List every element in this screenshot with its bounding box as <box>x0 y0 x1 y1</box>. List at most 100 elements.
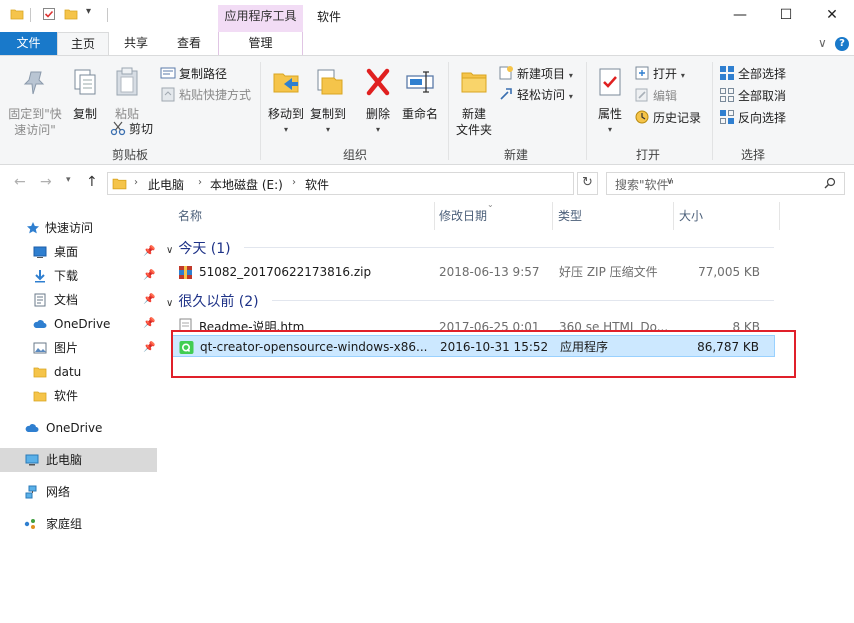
rename-button[interactable]: 重命名 <box>398 66 442 122</box>
tab-file[interactable]: 文件 <box>0 32 57 55</box>
pin-icon <box>23 71 45 95</box>
rename-icon <box>406 71 434 93</box>
edit-label: 编辑 <box>653 89 678 103</box>
quick-access-dropdown-icon[interactable]: ▾ <box>86 6 91 17</box>
copy-path-button[interactable]: 复制路径 <box>160 65 227 85</box>
delete-button[interactable]: 删除 ▾ <box>362 66 394 138</box>
forward-arrow-icon[interactable]: → <box>40 174 52 190</box>
folder-icon[interactable] <box>10 7 24 21</box>
new-item-icon <box>499 66 513 80</box>
paste-button[interactable]: 粘贴 <box>108 66 146 122</box>
search-input[interactable]: 搜索"软件" <box>606 172 845 195</box>
sort-descending-icon: ⌄ <box>487 200 494 209</box>
tab-view[interactable]: 查看 <box>165 32 213 55</box>
navigation-pane: 快速访问 桌面 📌 下载 📌 文档 📌 OneDrive 📌 图片 📌 datu… <box>0 200 160 623</box>
cut-button[interactable]: 剪切 <box>110 120 153 140</box>
ribbon: 固定到"快 速访问" 复制 粘贴 复制路径 粘贴快捷方式 剪切 剪贴板 移动到 … <box>0 55 854 165</box>
address-bar[interactable]: › 此电脑 › 本地磁盘 (E:) › 软件 ∨ <box>107 172 673 195</box>
breadcrumb-software[interactable]: 软件 <box>305 176 329 193</box>
group-header-long-ago[interactable]: ∨ 很久以前 (2) <box>166 291 259 311</box>
history-label: 历史记录 <box>653 111 702 125</box>
title-bar: ▾ 应用程序工具 软件 — ☐ ✕ <box>0 0 854 32</box>
tab-share[interactable]: 共享 <box>112 32 160 55</box>
easy-access-button[interactable]: 轻松访问 ▾ <box>498 86 573 106</box>
group-separator <box>448 62 449 160</box>
breadcrumb-arrow-icon[interactable]: › <box>134 177 138 188</box>
copy-to-button[interactable]: 复制到 ▾ <box>308 66 348 138</box>
column-separator[interactable] <box>673 202 674 230</box>
up-arrow-icon[interactable]: ↑ <box>86 174 98 190</box>
invert-selection-button[interactable]: 反向选择 <box>719 109 786 129</box>
nav-network[interactable]: 网络 <box>0 480 157 504</box>
breadcrumb-this-pc[interactable]: 此电脑 <box>148 176 184 193</box>
nav-documents[interactable]: 文档 📌 <box>0 288 157 312</box>
back-arrow-icon[interactable]: ← <box>14 174 26 190</box>
tab-home[interactable]: 主页 <box>57 32 109 56</box>
column-header-type[interactable]: 类型 <box>558 207 582 224</box>
nav-onedrive-pinned[interactable]: OneDrive 📌 <box>0 312 157 336</box>
breadcrumb-arrow-icon[interactable]: › <box>198 177 202 188</box>
copy-path-icon <box>160 67 176 79</box>
folder-icon <box>112 178 127 190</box>
zip-archive-icon <box>179 266 192 279</box>
close-button[interactable]: ✕ <box>809 0 854 30</box>
pin-icon: 📌 <box>143 270 156 281</box>
edit-button[interactable]: 编辑 <box>634 87 677 107</box>
nav-pictures[interactable]: 图片 📌 <box>0 336 157 360</box>
column-separator[interactable] <box>434 202 435 230</box>
rename-label: 重命名 <box>401 107 438 121</box>
new-folder-quick-icon[interactable] <box>64 7 78 21</box>
nav-datu[interactable]: datu <box>0 360 157 384</box>
file-row[interactable]: 51082_20170622173816.zip 2018-06-13 9:57… <box>172 261 775 283</box>
folder-icon <box>33 391 47 402</box>
select-all-icon <box>720 66 734 80</box>
properties-button[interactable]: 属性 ▾ <box>592 66 628 138</box>
nav-downloads[interactable]: 下载 📌 <box>0 264 157 288</box>
copy-button[interactable]: 复制 <box>68 66 102 122</box>
select-all-button[interactable]: 全部选择 <box>719 65 786 85</box>
network-icon <box>25 485 37 499</box>
new-item-button[interactable]: 新建项目 ▾ <box>498 65 573 85</box>
group-header-today[interactable]: ∨ 今天 (1) <box>166 238 231 258</box>
column-header-size[interactable]: 大小 <box>679 207 703 224</box>
nav-this-pc[interactable]: 此电脑 <box>0 448 157 472</box>
breadcrumb-arrow-icon[interactable]: › <box>292 177 296 188</box>
organize-group-label: 组织 <box>343 148 368 162</box>
copy-path-label: 复制路径 <box>179 67 228 81</box>
new-item-label: 新建项目 <box>517 67 566 81</box>
tab-manage[interactable]: 管理 <box>218 32 303 55</box>
breadcrumb-drive-e[interactable]: 本地磁盘 (E:) <box>210 176 283 193</box>
maximize-button[interactable]: ☐ <box>763 0 809 30</box>
column-separator[interactable] <box>779 202 780 230</box>
column-header-date[interactable]: 修改日期 <box>439 207 487 224</box>
ribbon-collapse-icon[interactable]: ∨ <box>818 36 827 50</box>
delete-icon <box>366 68 390 96</box>
nav-quick-access[interactable]: 快速访问 <box>0 216 157 240</box>
nav-homegroup[interactable]: 家庭组 <box>0 512 157 536</box>
move-to-button[interactable]: 移动到 ▾ <box>266 66 306 138</box>
nav-onedrive-pinned-label: OneDrive <box>54 317 111 331</box>
minimize-button[interactable]: — <box>717 0 763 30</box>
title-separator <box>107 8 108 22</box>
copy-label: 复制 <box>72 107 97 121</box>
nav-onedrive[interactable]: OneDrive <box>0 416 157 440</box>
help-icon[interactable]: ? <box>835 37 849 51</box>
open-button[interactable]: 打开 ▾ <box>634 65 685 85</box>
properties-quick-icon[interactable] <box>42 7 56 21</box>
search-icon[interactable] <box>824 177 836 189</box>
nav-desktop[interactable]: 桌面 📌 <box>0 240 157 264</box>
paste-shortcut-button[interactable]: 粘贴快捷方式 <box>160 86 251 106</box>
history-button[interactable]: 历史记录 <box>634 109 701 129</box>
file-type: 好压 ZIP 压缩文件 <box>559 265 658 279</box>
properties-label: 属性 <box>597 107 622 121</box>
pin-quick-access-button[interactable]: 固定到"快 速访问" <box>6 66 64 138</box>
refresh-icon[interactable]: ↻ <box>577 172 598 195</box>
nav-software[interactable]: 软件 <box>0 384 157 408</box>
group-separator <box>586 62 587 160</box>
select-none-button[interactable]: 全部取消 <box>719 87 786 107</box>
column-header-name[interactable]: 名称 <box>178 207 202 224</box>
context-tab-title: 应用程序工具 <box>218 5 303 32</box>
new-folder-button[interactable]: 新建 文件夹 <box>452 66 496 138</box>
column-separator[interactable] <box>552 202 553 230</box>
recent-locations-icon[interactable]: ▾ <box>66 175 71 185</box>
